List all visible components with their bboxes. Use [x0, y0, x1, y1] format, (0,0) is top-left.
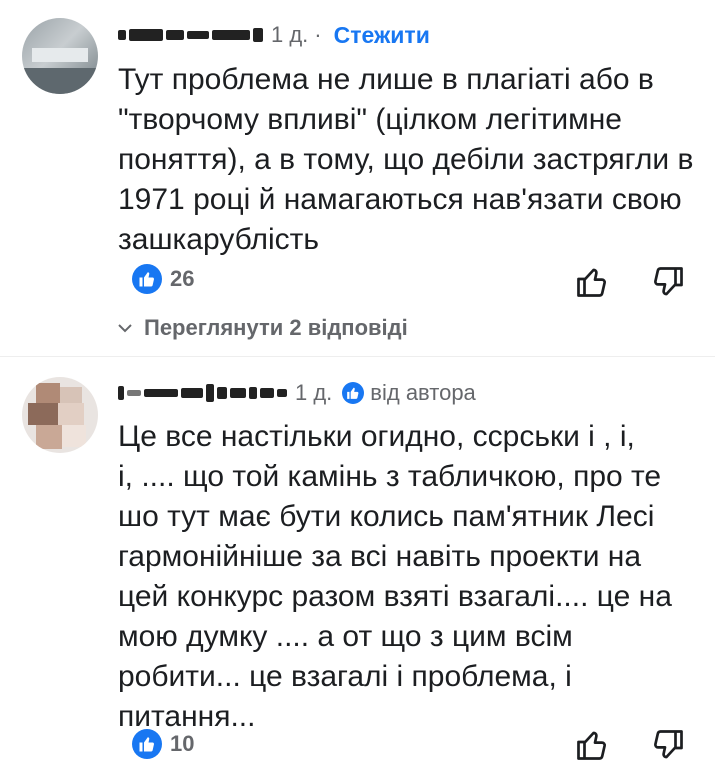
- comment-text: Тут проблема не лише в плагіаті або в "т…: [118, 63, 694, 256]
- avatar[interactable]: [22, 377, 98, 453]
- author-badge-label: від автора: [370, 380, 476, 405]
- view-replies-button[interactable]: Переглянути 2 відповіді: [116, 313, 408, 343]
- comment-meta: 1 д. від автора: [118, 378, 476, 408]
- divider: [0, 356, 715, 357]
- like-count: 26: [170, 266, 195, 291]
- author-name-redacted[interactable]: [118, 28, 263, 42]
- reaction-summary[interactable]: 26: [132, 262, 194, 296]
- author-badge: від автора: [342, 380, 476, 406]
- comment-time[interactable]: 1 д.: [295, 380, 332, 406]
- verified-icon: [342, 382, 365, 404]
- follow-button[interactable]: Стежити: [334, 22, 430, 49]
- like-count: 10: [170, 731, 195, 756]
- thumb-down-outline-icon[interactable]: [650, 727, 686, 763]
- separator-dot: ·: [314, 22, 322, 47]
- thumbs-up-icon: [132, 264, 162, 294]
- thumbs-up-icon: [132, 729, 162, 759]
- thumb-up-outline-icon[interactable]: [574, 727, 610, 763]
- comment-time[interactable]: 1 д.: [271, 22, 308, 48]
- author-name-redacted[interactable]: [118, 384, 287, 402]
- comment-text: Це все настільки огидно, ссрськи і , і, …: [118, 420, 672, 733]
- thumb-up-outline-icon[interactable]: [574, 264, 610, 300]
- avatar[interactable]: [22, 18, 98, 94]
- chevron-down-icon: [118, 324, 132, 333]
- reaction-summary[interactable]: 10: [132, 727, 194, 761]
- comment-meta: 1 д. · Стежити: [118, 20, 430, 50]
- thumb-down-outline-icon[interactable]: [650, 264, 686, 300]
- view-replies-label: Переглянути 2 відповіді: [144, 315, 408, 340]
